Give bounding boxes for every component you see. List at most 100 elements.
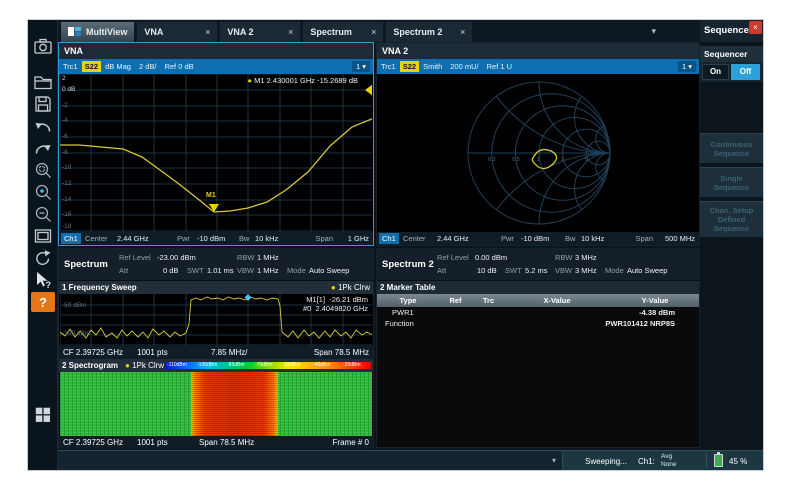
smith-chart-area[interactable]: 0.2 0.5 1 2 5	[378, 74, 698, 232]
display-frame-button[interactable]	[31, 226, 55, 246]
vna-plot-area[interactable]: 2 0 dB -2 -4 -6 -8 -10 -12 -14 -16 -18 ●…	[60, 74, 372, 232]
smith-axis-label: 2	[561, 157, 564, 163]
close-tab-icon[interactable]: ×	[288, 27, 293, 37]
vna-trace-settings-bar[interactable]: Trc1S22dB Mag2 dB/Ref 0 dB 1 ▾	[59, 59, 373, 74]
marker-y-value: -15.2689 dB	[317, 76, 358, 85]
close-softkey-panel-button[interactable]: ×	[749, 21, 762, 34]
spectrogram-area[interactable]	[60, 372, 372, 436]
window-title: VNA	[59, 43, 373, 59]
marker-table-row[interactable]: Function PWR101412 NRP8S	[377, 318, 699, 329]
att-label: Att	[119, 266, 128, 275]
col-y-value: Y-Value	[609, 294, 701, 307]
pwr-value: -10 dBm	[197, 232, 225, 245]
left-toolbar: ? ?	[28, 20, 58, 470]
span-value: Span 78.5 MHz	[199, 436, 254, 449]
spectrum-footer2: CF 2.39725 GHz 1001 pts Span 78.5 MHz Fr…	[59, 436, 373, 449]
undo-button[interactable]	[31, 116, 55, 136]
question-mark-icon: ?	[39, 295, 47, 310]
help-button[interactable]: ?	[31, 292, 55, 312]
open-file-button[interactable]	[31, 72, 55, 92]
y-axis-label: 0 dB	[62, 86, 75, 93]
att-value: 0 dB	[163, 266, 178, 275]
continuous-sequence-button[interactable]: Continuous Sequence	[700, 133, 763, 163]
windows-logo-icon	[34, 405, 52, 423]
trace-bullet: ●	[125, 361, 130, 370]
cursor-help-icon: ?	[33, 270, 53, 290]
close-tab-icon[interactable]: ×	[205, 27, 210, 37]
refresh-button[interactable]	[31, 248, 55, 268]
svg-text:?: ?	[46, 280, 52, 290]
swt-label: SWT	[187, 266, 204, 275]
avg-value: None	[661, 461, 677, 469]
y-axis-label: -14	[62, 196, 71, 203]
trace-mode-label: 1Pk Clrw	[132, 361, 164, 370]
trace-format: Smith	[423, 62, 442, 71]
spectrum-header: Spectrum Ref Level -23.00 dBm RBW 1 MHz …	[59, 249, 373, 281]
rbw-value: 3 MHz	[575, 253, 597, 262]
status-message-area[interactable]: ▾	[58, 451, 563, 470]
single-sequence-button[interactable]: Single Sequence	[700, 167, 763, 197]
bw-label: Bw	[565, 232, 575, 245]
screenshot-button[interactable]	[31, 36, 55, 56]
vna2-trace-settings-bar[interactable]: Trc1S22Smith200 mU/Ref 1 U 1 ▾	[377, 59, 699, 74]
marker-table-row[interactable]: PWR1 -4.38 dBm	[377, 307, 699, 318]
colormap-label: -110dBm	[167, 362, 187, 369]
channel-chip[interactable]: Ch1	[379, 233, 399, 244]
y-axis-label: -6	[62, 133, 68, 140]
window-frame-icon	[33, 226, 53, 246]
average-indicator: Avg None	[661, 453, 677, 469]
sequencer-section-label: Sequencer	[700, 46, 763, 62]
context-help-button[interactable]: ?	[31, 270, 55, 290]
row-y-value: -4.38 dBm	[639, 307, 675, 318]
zoom-select-button[interactable]	[31, 160, 55, 180]
battery-icon	[714, 454, 723, 467]
redo-button[interactable]	[31, 138, 55, 158]
tab-multiview[interactable]: MultiView	[61, 22, 134, 42]
span-value: 500 MHz	[665, 232, 695, 245]
vna-grid-and-trace	[60, 74, 372, 232]
sweep-status: Sweeping...	[585, 457, 627, 466]
row-type: PWR1	[392, 307, 414, 318]
tab-vna[interactable]: VNA ×	[137, 22, 217, 42]
y-axis-label: -8	[62, 149, 68, 156]
sequencer-onoff-group: On Off	[700, 62, 763, 82]
vna2-channel-footer[interactable]: Ch1 Center 2.44 GHz Pwr -10 dBm Bw 10 kH…	[377, 232, 699, 245]
chan-setup-defined-sequence-button[interactable]: Chan. Setup Defined Sequence	[700, 201, 763, 237]
vna-window: VNA Trc1S22dB Mag2 dB/Ref 0 dB 1 ▾ 2 0 d…	[58, 42, 374, 246]
close-tab-icon[interactable]: ×	[460, 27, 465, 37]
spectrum-plot-area[interactable]: -50 dBm -100 dBm M1[1] -26.21 dBm #0 2.4…	[60, 294, 372, 346]
status-dropdown-caret[interactable]: ▾	[552, 456, 556, 465]
y-axis-label: -18	[62, 223, 71, 230]
tab-spectrum2[interactable]: Spectrum 2 ×	[386, 22, 472, 42]
smith-axis-label: 0.2	[488, 157, 496, 163]
tab-vna2[interactable]: VNA 2 ×	[220, 22, 300, 42]
spectrum2-window: Spectrum 2 Ref Level 0.00 dBm RBW 3 MHz …	[376, 248, 700, 448]
vbw-label: VBW	[555, 266, 572, 275]
windows-start-button[interactable]	[31, 404, 55, 424]
close-tab-icon[interactable]: ×	[371, 27, 376, 37]
zoom-off-button[interactable]	[31, 204, 55, 224]
save-button[interactable]	[31, 94, 55, 114]
marker-table-titlebar: 2 Marker Table	[377, 281, 699, 294]
trace-name: Trc1	[381, 62, 396, 71]
sequencer-off-button[interactable]: Off	[731, 64, 760, 80]
trace-view-selector[interactable]: 1 ▾	[352, 61, 370, 72]
tab-overflow-caret[interactable]: ▾	[651, 26, 656, 37]
frequency-sweep-titlebar[interactable]: 1 Frequency Sweep ● 1Pk Clrw	[59, 281, 373, 294]
smith-axis-label: 0.5	[512, 157, 520, 163]
trace-format: dB Mag	[105, 62, 131, 71]
channel-chip[interactable]: Ch1	[61, 233, 81, 244]
vna-channel-footer[interactable]: Ch1 Center 2.44 GHz Pwr -10 dBm Bw 10 kH…	[59, 232, 373, 245]
bw-value: 10 kHz	[581, 232, 604, 245]
y-axis-label: -100 dBm	[62, 330, 90, 337]
tab-spectrum[interactable]: Spectrum ×	[303, 22, 383, 42]
sequencer-on-button[interactable]: On	[702, 64, 729, 80]
cf-value: CF 2.39725 GHz	[63, 436, 123, 449]
spectrogram-titlebar[interactable]: 2 Spectrogram ● 1Pk Clrw -110dBm -100dBm…	[59, 359, 373, 372]
zoom-point-button[interactable]	[31, 182, 55, 202]
trace-mode-tag: ● 1Pk Clrw	[331, 281, 370, 294]
y-axis-label: -50 dBm	[62, 302, 87, 309]
att-value: 10 dB	[477, 266, 497, 275]
trace-view-selector[interactable]: 1 ▾	[678, 61, 696, 72]
swt-value: 1.01 ms	[207, 266, 234, 275]
